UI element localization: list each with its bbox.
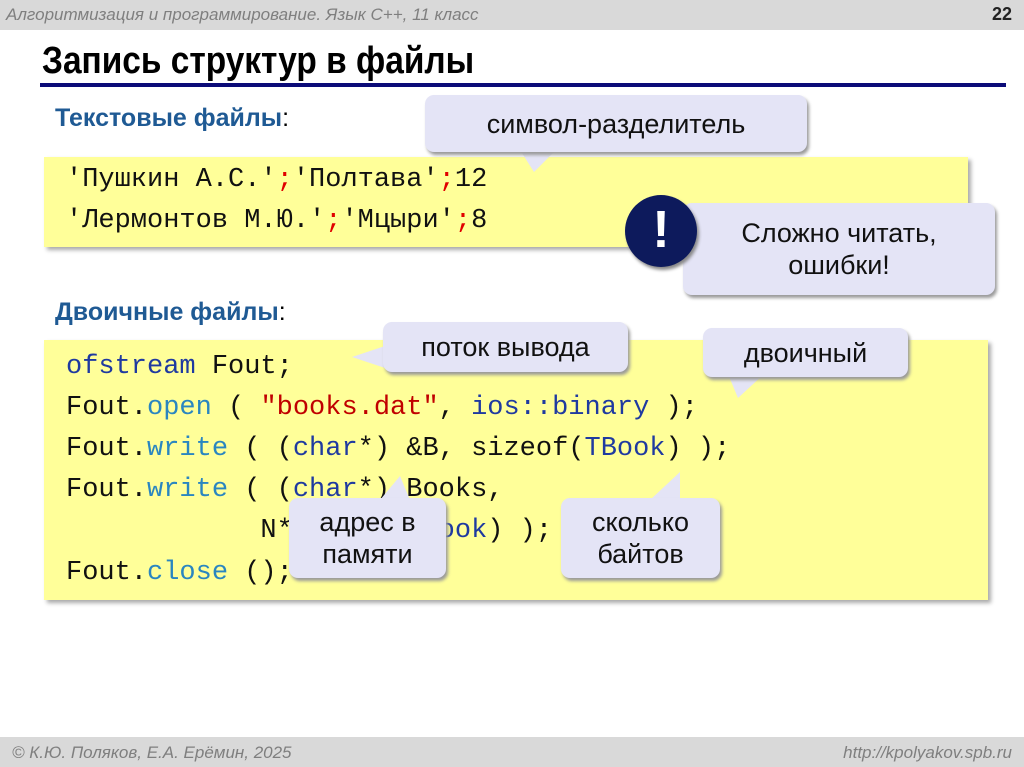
code-line: Fout.write ( (char*) &B, sizeof(TBook) )… <box>66 434 731 464</box>
separator-callout: символ-разделитель <box>425 95 807 152</box>
warning-callout: Сложно читать, ошибки! <box>683 203 995 295</box>
bytes-callout: сколько байтов <box>561 498 720 578</box>
callout-tail <box>728 374 764 398</box>
code-line: Fout.open ( "books.dat", ios::binary ); <box>66 393 698 423</box>
callout-tail <box>520 150 556 172</box>
text-line: 'Пушкин А.С.';'Полтава';12 <box>66 165 488 195</box>
footer-bar: © К.Ю. Поляков, Е.А. Ерёмин, 2025 http:/… <box>0 737 1024 767</box>
course-title: Алгоритмизация и программирование. Язык … <box>6 5 479 24</box>
text-line: 'Лермонтов М.Ю.';'Мцыри';8 <box>66 206 488 236</box>
callout-tail <box>650 472 680 500</box>
binary-callout: двоичный <box>703 328 908 377</box>
slide-number: 22 <box>991 4 1012 24</box>
header-bar: Алгоритмизация и программирование. Язык … <box>0 0 1024 30</box>
title-divider <box>40 83 1006 87</box>
code-line: ofstream Fout; <box>66 352 293 382</box>
footer-url[interactable]: http://kpolyakov.spb.ru <box>843 743 1012 763</box>
callout-tail <box>380 476 410 500</box>
binary-files-heading: Двоичные файлы: <box>55 298 286 326</box>
code-line: Fout.close (); <box>66 558 293 588</box>
exclamation-icon: ! <box>625 195 697 267</box>
stream-callout: поток вывода <box>383 322 628 372</box>
slide-title: Запись структур в файлы <box>42 40 475 82</box>
footer-authors: © К.Ю. Поляков, Е.А. Ерёмин, 2025 <box>12 743 292 762</box>
text-files-heading: Текстовые файлы: <box>55 104 290 132</box>
binary-code-block: ofstream Fout; Fout.open ( "books.dat", … <box>44 340 988 600</box>
address-callout: адрес в памяти <box>289 498 446 578</box>
